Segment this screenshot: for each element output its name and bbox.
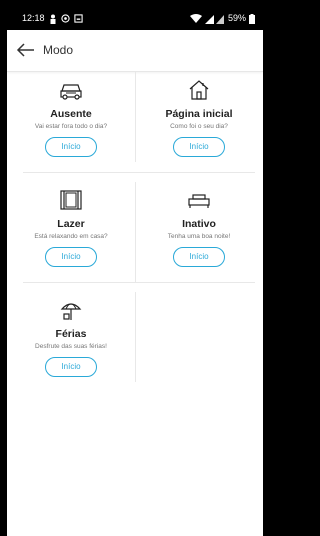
grid-divider <box>135 72 136 162</box>
mode-card-vacation: Férias Desfrute das suas férias! Início <box>13 292 129 392</box>
start-button-vacation[interactable]: Início <box>45 357 97 377</box>
mode-description: Está relaxando em casa? <box>34 233 108 240</box>
status-bar: 12:18 59% <box>7 7 263 30</box>
at-icon <box>60 7 70 30</box>
back-arrow-icon[interactable] <box>16 42 36 58</box>
mode-label: Lazer <box>57 218 85 230</box>
grid-divider <box>135 292 136 382</box>
screenshot-icon <box>73 7 83 30</box>
page-title: Modo <box>43 43 74 57</box>
battery-percentage: 59% <box>227 13 246 23</box>
start-button-home[interactable]: Início <box>173 137 225 157</box>
start-button-away[interactable]: Início <box>45 137 97 157</box>
mode-card-inactive: Inativo Tenha uma boa noite! Início <box>141 182 257 282</box>
mode-description: Desfrute das suas férias! <box>35 343 107 350</box>
app-screen: 12:18 59% Modo Ausente Vai estar fora to… <box>7 7 263 536</box>
car-icon <box>59 78 83 102</box>
signal-icon <box>204 7 225 30</box>
grid-divider <box>23 172 255 173</box>
start-button-leisure[interactable]: Início <box>45 247 97 267</box>
mode-label: Página inicial <box>165 108 233 120</box>
mode-description: Vai estar fora todo o dia? <box>34 123 108 130</box>
bed-icon <box>187 188 211 212</box>
mode-label: Ausente <box>50 108 92 120</box>
mode-label: Férias <box>55 328 87 340</box>
grid-divider <box>23 282 255 283</box>
app-bar: Modo <box>7 30 263 72</box>
house-icon <box>187 78 211 102</box>
grid-divider <box>135 182 136 282</box>
mode-card-home: Página inicial Como foi o seu dia? Iníci… <box>141 72 257 172</box>
mode-description: Tenha uma boa noite! <box>167 233 231 240</box>
status-time: 12:18 <box>22 13 45 23</box>
mode-card-away: Ausente Vai estar fora todo o dia? Iníci… <box>13 72 129 172</box>
window-icon <box>59 188 83 212</box>
person-icon <box>49 7 57 30</box>
wifi-icon <box>189 7 202 30</box>
mode-card-leisure: Lazer Está relaxando em casa? Início <box>13 182 129 282</box>
mode-label: Inativo <box>182 218 216 230</box>
mode-description: Como foi o seu dia? <box>170 123 228 130</box>
start-button-inactive[interactable]: Início <box>173 247 225 267</box>
beach-umbrella-icon <box>59 298 83 322</box>
battery-icon <box>249 7 255 30</box>
